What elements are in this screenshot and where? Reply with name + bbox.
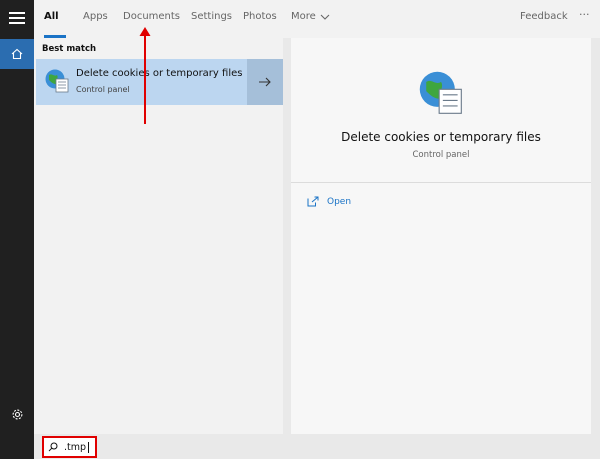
tab-apps[interactable]: Apps	[83, 11, 108, 22]
internet-options-large-icon	[419, 71, 462, 114]
result-title: Delete cookies or temporary files	[76, 68, 243, 79]
settings-button[interactable]	[0, 402, 34, 426]
left-rail	[0, 0, 34, 459]
chevron-down-icon	[320, 14, 330, 20]
annotation-arrow	[139, 27, 151, 124]
open-action[interactable]: Open	[307, 196, 351, 207]
home-icon	[11, 48, 23, 60]
tab-settings[interactable]: Settings	[191, 11, 232, 22]
tab-more-label: More	[291, 11, 316, 22]
text-caret	[88, 441, 90, 453]
internet-options-icon	[45, 69, 69, 93]
results-pane: Best match Delete cookies or temporary f…	[34, 38, 283, 434]
detail-title: Delete cookies or temporary files	[341, 130, 541, 144]
tab-all[interactable]: All	[44, 11, 59, 22]
tab-more[interactable]: More	[291, 11, 330, 22]
search-bar: .tmp	[34, 434, 600, 459]
open-label: Open	[327, 196, 352, 207]
gear-icon	[12, 409, 22, 419]
detail-pane: Delete cookies or temporary files Contro…	[291, 38, 591, 434]
search-query-text: .tmp	[64, 441, 87, 453]
detail-subtitle: Control panel	[412, 150, 470, 160]
search-icon	[48, 442, 58, 452]
hamburger-menu-icon[interactable]	[9, 12, 25, 24]
home-button[interactable]	[0, 39, 34, 69]
best-match-heading: Best match	[42, 44, 97, 54]
open-details-button[interactable]	[247, 59, 283, 105]
detail-divider	[291, 182, 591, 183]
tab-photos[interactable]: Photos	[243, 11, 277, 22]
search-input[interactable]: .tmp	[42, 436, 97, 458]
open-external-icon	[307, 196, 319, 207]
feedback-link[interactable]: Feedback	[520, 11, 568, 22]
tab-documents[interactable]: Documents	[123, 11, 180, 22]
result-subtitle: Control panel	[76, 85, 130, 94]
more-options-button[interactable]: ···	[579, 8, 590, 21]
search-tabs-bar: All Apps Documents Settings Photos More …	[34, 0, 600, 38]
arrow-right-icon	[259, 77, 271, 87]
